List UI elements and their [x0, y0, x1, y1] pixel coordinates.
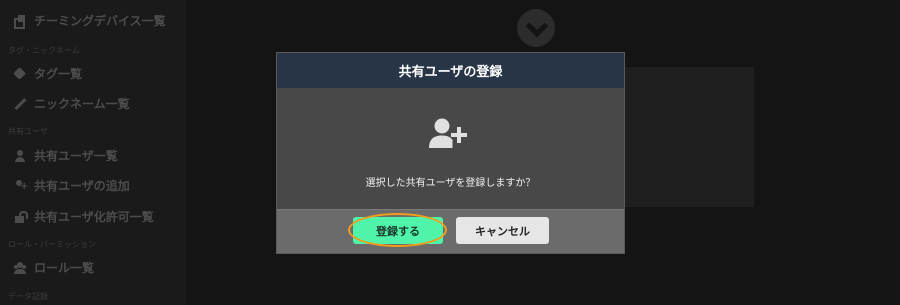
sidebar-item-nicknames[interactable]: ニックネーム一覧 — [14, 95, 130, 112]
dialog-message: 選択した共有ユーザを登録しますか？ — [365, 178, 536, 189]
register-button[interactable]: 登録する — [353, 217, 443, 244]
user-icon — [14, 149, 26, 162]
sidebar-section-shared-users: 共有ユーザ — [8, 127, 48, 136]
sidebar-item-shared-users[interactable]: 共有ユーザ一覧 — [14, 147, 118, 164]
sidebar-item-tags[interactable]: タグ一覧 — [14, 65, 82, 82]
sidebar-item-add-shared-user[interactable]: 共有ユーザの追加 — [14, 177, 130, 194]
dialog-body: 選択した共有ユーザを登録しますか？ — [277, 88, 624, 210]
sidebar-item-shared-user-permissions[interactable]: 共有ユーザ化許可一覧 — [14, 208, 154, 225]
sidebar-section-roles: ロール・パーミッション — [8, 240, 96, 249]
dialog-footer: 登録する キャンセル — [277, 209, 624, 253]
sidebar-item-label: 共有ユーザの追加 — [34, 179, 130, 193]
sidebar-item-label: 共有ユーザ化許可一覧 — [34, 210, 154, 224]
chevron-down-icon[interactable] — [517, 9, 555, 47]
user-plus-icon — [429, 118, 467, 148]
sidebar-item-label: タグ一覧 — [34, 67, 83, 81]
user-plus-icon — [14, 179, 28, 192]
sidebar: チーミングデバイス一覧 タグ・ニックネーム タグ一覧 ニックネーム一覧 共有ユー… — [0, 0, 186, 305]
background-panel — [624, 67, 754, 207]
sidebar-section-data-records: データ記録 — [8, 292, 48, 301]
sidebar-item-label: チーミングデバイス一覧 — [34, 14, 166, 28]
sidebar-item-teaming-devices[interactable]: チーミングデバイス一覧 — [14, 12, 166, 29]
dialog-header: 共有ユーザの登録 — [277, 53, 624, 88]
sidebar-section-tags: タグ・ニックネーム — [8, 46, 80, 55]
copy-icon — [14, 14, 26, 29]
sidebar-item-roles[interactable]: ロール一覧 — [14, 259, 94, 276]
register-shared-user-dialog: 共有ユーザの登録 選択した共有ユーザを登録しますか？ 登録する キャンセル — [276, 52, 625, 254]
pencil-icon — [14, 98, 26, 110]
unlock-icon — [14, 210, 28, 223]
dialog-title: 共有ユーザの登録 — [398, 65, 503, 80]
cancel-button[interactable]: キャンセル — [456, 217, 549, 244]
users-icon — [14, 261, 26, 274]
sidebar-item-label: ニックネーム一覧 — [34, 97, 130, 111]
sidebar-item-label: 共有ユーザ一覧 — [34, 149, 118, 163]
sidebar-item-label: ロール一覧 — [34, 261, 95, 275]
tag-icon — [14, 68, 26, 80]
